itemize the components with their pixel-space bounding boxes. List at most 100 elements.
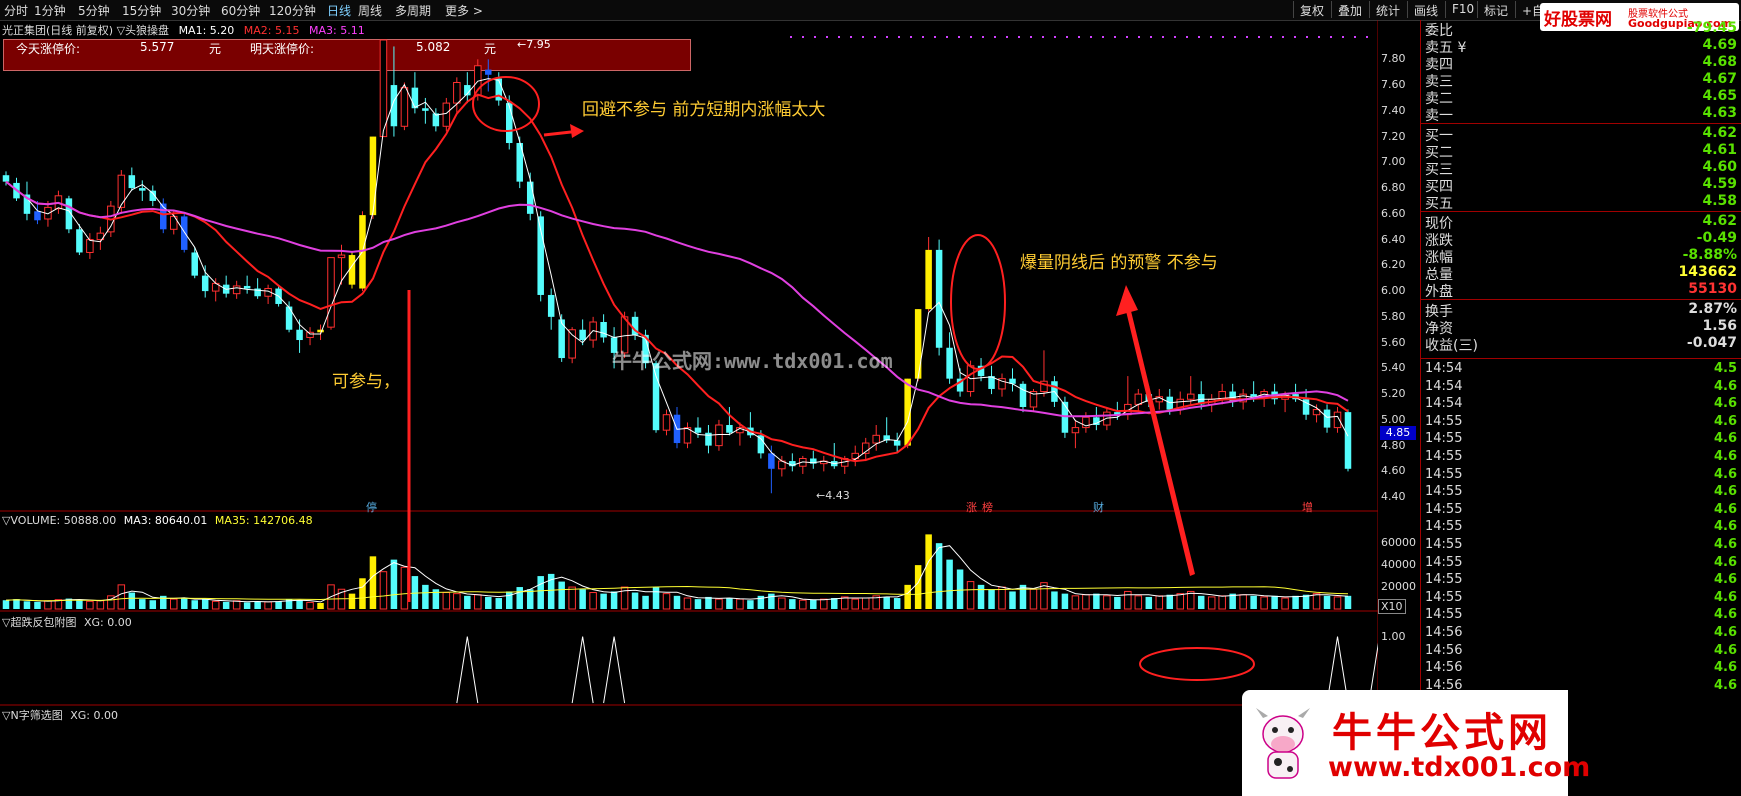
top-dot [1078,36,1080,38]
volume-bar [537,576,544,609]
quote-value: 4.67 [1702,71,1737,87]
volume-bar [1029,588,1038,610]
candle-body [128,175,136,189]
volume-bar [34,601,41,609]
top-dot [1006,36,1008,38]
volume-bar [558,581,565,609]
top-dot [1270,36,1272,38]
top-dot [1318,36,1320,38]
f10-button[interactable]: F10 [1445,1,1480,18]
quote-value: 4.68 [1702,54,1737,70]
tick-price: 4.6 [1713,625,1737,640]
quote-row: 净资 1.56 [1422,318,1741,337]
event-cai[interactable]: 财 [1093,499,1104,515]
price-axis-label: 5.20 [1381,387,1406,401]
tick-row: 14:55 4.6 [1422,467,1741,484]
signal-legend: ▽超跌反包附图 XG: 0.00 [2,614,132,630]
candle-body [369,136,377,216]
volume-scale-x10[interactable]: X10 [1378,599,1406,614]
volume-bar [914,565,922,609]
tick-time: 14:54 [1425,396,1463,412]
event-zeng[interactable]: 增 [1302,499,1313,515]
quote-label: 买五 [1425,196,1453,212]
mark-button[interactable]: 标记 [1477,1,1514,18]
quote-value: -8.88% [1682,247,1737,263]
top-dot [1366,36,1368,38]
volume-bar [464,595,471,609]
tick-price: 4.6 [1713,431,1737,447]
volume-bar [652,587,660,609]
candle-body [662,414,671,431]
tick-price: 4.6 [1713,572,1737,588]
avoid-annotation: 回避不参与 前方短期内涨幅太大 [582,100,826,120]
top-dot [838,36,840,38]
volume-bar [254,601,261,609]
tick-price: 4.6 [1713,501,1737,517]
volume-bar [662,593,671,610]
volume-bar [306,601,314,610]
volume-bar [13,599,20,609]
volume-bar [1114,596,1121,609]
top-dot [1162,36,1164,38]
top-dot [946,36,948,38]
top-dot [1210,36,1212,38]
top-dot [970,36,972,38]
quote-row: 总量 143662 [1422,264,1741,283]
volume-bar [243,602,251,609]
volume-bar [201,599,209,609]
tick-time: 14:55 [1425,501,1463,517]
event-zhang[interactable]: 涨 [966,499,977,515]
candle-body [379,39,388,138]
event-ting[interactable]: 停 [366,499,377,515]
volume-bar [390,559,398,609]
tick-price: 4.6 [1713,554,1737,570]
volume-axis-label: 20000 [1381,580,1416,594]
top-dot [934,36,936,38]
volume-bar [505,591,513,609]
volume-bar [673,595,681,609]
top-dot [1342,36,1344,38]
brand-url: www.tdx001.com [1328,752,1591,783]
volume-bar [359,578,366,609]
price-axis-label: 6.60 [1381,206,1406,220]
volume-bar [1145,596,1153,609]
top-dot [802,36,804,38]
volume-bar [579,589,586,609]
volume-bar [317,602,324,609]
quote-row: 现价 4.62 [1422,213,1741,232]
event-bang[interactable]: 榜 [982,499,993,515]
top-dot [1354,36,1356,38]
tick-row: 14:55 4.6 [1422,414,1741,431]
volume-bar [851,598,859,610]
candle-body [1071,427,1080,434]
top-dot [1030,36,1032,38]
candle-body [117,174,126,208]
volume-bar [1051,591,1058,609]
tick-row: 14:54 4.5 [1422,361,1741,378]
tick-price: 4.6 [1713,413,1737,429]
volume-bar [861,597,870,610]
draw-button[interactable]: 画线 [1407,1,1444,18]
volume-bar [23,601,31,609]
top-dot [1186,36,1188,38]
avoid-arrowhead [570,124,584,138]
tick-time: 14:55 [1425,431,1463,447]
tick-time: 14:56 [1425,660,1463,676]
volume-bar [956,569,964,609]
volume-bar [400,566,409,610]
price-axis-label: 6.00 [1381,284,1406,298]
candle-body [337,254,346,259]
spike-ellipse [950,234,1006,370]
signal-label[interactable]: ▽超跌反包附图 [2,616,76,629]
volume-label[interactable]: ▽VOLUME: 50888.00 [2,514,116,527]
candle-body [893,440,901,446]
candle-body [34,211,41,221]
quote-value: 1.56 [1702,318,1737,334]
top-dot [922,36,924,38]
quote-row: 涨跌 -0.49 [1422,230,1741,249]
quote-label: 卖一 [1425,108,1453,124]
top-dot [1114,36,1116,38]
volume-bar [232,600,241,610]
bottom-label[interactable]: ▽N字筛选图 [2,709,63,722]
signal-ellipse [1139,647,1255,681]
